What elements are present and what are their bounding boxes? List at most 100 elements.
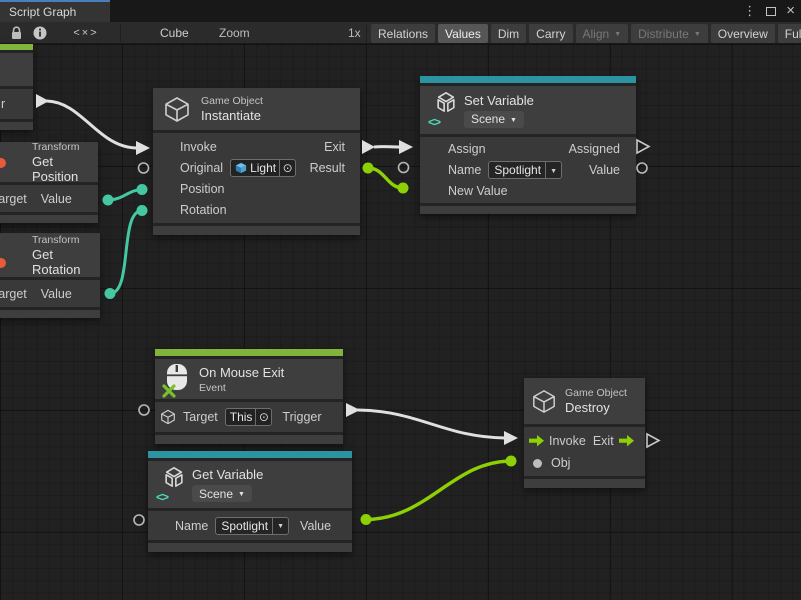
distribute-button[interactable]: Distribute ▼ [631, 24, 708, 43]
node-title: Get Rotation [32, 247, 100, 277]
code-view-button[interactable]: <×> [62, 24, 110, 42]
node-category: Transform [32, 234, 79, 246]
light-object-cube-icon [235, 162, 247, 174]
variable-icon: <> [156, 466, 186, 504]
node-title: Instantiate [201, 108, 263, 123]
zoom-label: Zoom [219, 26, 250, 40]
window-controls: ⋮ × [743, 0, 795, 22]
node-set-variable[interactable]: <> Set Variable Scene ▼ Assign Assigned … [420, 76, 636, 214]
invoke-port-label: Invoke [549, 434, 586, 448]
toolbar-buttons: Relations Values Dim Carry Align ▼ Distr… [371, 24, 801, 43]
node-subtitle: Event [199, 382, 284, 394]
full-screen-button[interactable]: Full Screen [778, 24, 801, 43]
close-icon[interactable]: × [786, 6, 795, 16]
target-cube-icon [160, 409, 176, 425]
flow-arrow-icon [619, 435, 634, 447]
transform-orange-dot-icon [0, 158, 6, 168]
game-object-cube-icon [163, 96, 191, 123]
kebab-menu-icon[interactable]: ⋮ [743, 3, 756, 19]
position-port-label: Position [180, 182, 224, 196]
toolbar-separator [120, 24, 121, 42]
tab-strip: Script Graph ⋮ × [0, 0, 801, 22]
variable-icon: <> [428, 91, 458, 129]
value-port-label: Value [589, 163, 620, 177]
toolbar-separator [366, 24, 367, 42]
target-port-label: Target [183, 410, 218, 424]
value-port-label: Value [300, 519, 331, 533]
chevron-down-icon: ▼ [510, 117, 517, 124]
node-category: Game Object [201, 95, 263, 107]
target-object-value: This [230, 410, 253, 424]
chevron-down-icon: ▼ [238, 491, 245, 498]
object-picker-icon[interactable]: ⊙ [279, 160, 295, 176]
original-object-value: Light [250, 161, 276, 175]
graph-context-label[interactable]: Cube [160, 26, 189, 40]
node-title: Destroy [565, 400, 627, 415]
chevron-down-icon: ▼ [550, 168, 557, 175]
variable-code-icon: <> [428, 115, 440, 129]
info-icon [33, 26, 47, 40]
target-port-label: Target [0, 192, 27, 206]
carry-button[interactable]: Carry [529, 24, 572, 43]
clipped-port-label: r [1, 97, 5, 111]
node-category: Transform [32, 141, 79, 153]
game-object-cube-icon [531, 389, 557, 414]
value-port-label: Value [41, 287, 72, 301]
relations-button[interactable]: Relations [371, 24, 435, 43]
lock-button[interactable] [4, 24, 28, 42]
obj-port-dot-icon [533, 459, 542, 468]
original-port-label: Original [180, 161, 223, 175]
new-value-port-label: New Value [448, 184, 508, 198]
variable-kind-dropdown[interactable]: Scene ▼ [192, 485, 252, 502]
node-title: On Mouse Exit [199, 365, 284, 380]
flow-arrow-icon [529, 435, 544, 447]
node-instantiate[interactable]: Game Object Instantiate Invoke Exit Orig… [153, 88, 360, 235]
node-category: Game Object [565, 387, 627, 399]
obj-port-label: Obj [551, 456, 570, 470]
maximize-icon[interactable] [766, 7, 776, 16]
node-get-position[interactable]: Transform Get Position Target Value [0, 142, 98, 223]
original-object-field[interactable]: Light ⊙ [230, 159, 296, 177]
invoke-port-label: Invoke [180, 140, 217, 154]
node-clipped-event[interactable]: r [0, 44, 33, 130]
variable-name-dropdown[interactable]: Spotlight ▼ [488, 161, 562, 179]
code-view-icon: <×> [73, 27, 98, 39]
value-port-label: Value [41, 192, 72, 206]
name-port-label: Name [448, 163, 481, 177]
values-button[interactable]: Values [438, 24, 488, 43]
tab-script-graph[interactable]: Script Graph [0, 0, 110, 22]
tab-title: Script Graph [9, 5, 76, 19]
exit-port-label: Exit [324, 140, 345, 154]
graph-canvas[interactable] [0, 44, 801, 600]
zoom-value: 1x [348, 26, 361, 40]
node-title: Get Position [32, 154, 98, 184]
chevron-down-icon: ▼ [614, 31, 621, 38]
target-object-field[interactable]: This ⊙ [225, 408, 273, 426]
node-on-mouse-exit[interactable]: On Mouse Exit Event Target This ⊙ Trigge… [155, 349, 343, 444]
overview-button[interactable]: Overview [711, 24, 775, 43]
variable-name-dropdown[interactable]: Spotlight ▼ [215, 517, 289, 535]
assigned-port-label: Assigned [569, 142, 620, 156]
align-button[interactable]: Align ▼ [576, 24, 629, 43]
variable-kind-dropdown[interactable]: Scene ▼ [464, 111, 524, 128]
node-get-variable[interactable]: <> Get Variable Scene ▼ Name Spotlight ▼… [148, 451, 352, 552]
variable-code-icon: <> [156, 490, 168, 504]
chevron-down-icon: ▼ [277, 523, 284, 530]
object-picker-icon[interactable]: ⊙ [255, 409, 271, 425]
mouse-event-icon [164, 362, 190, 396]
graph-toolbar: <×> Cube Zoom 1x Relations Values Dim Ca… [0, 22, 801, 44]
trigger-port-label: Trigger [282, 410, 321, 424]
name-port-label: Name [175, 519, 208, 533]
node-destroy[interactable]: Game Object Destroy Invoke Exit Obj [524, 378, 645, 488]
info-button[interactable] [28, 24, 52, 42]
rotation-port-label: Rotation [180, 203, 227, 217]
node-title: Set Variable [464, 93, 534, 108]
node-title: Get Variable [192, 467, 263, 482]
dim-button[interactable]: Dim [491, 24, 526, 43]
node-get-rotation[interactable]: Transform Get Rotation Target Value [0, 233, 100, 318]
lock-icon [10, 26, 23, 40]
target-port-label: Target [0, 287, 27, 301]
transform-orange-dot-icon [0, 258, 6, 268]
result-port-label: Result [310, 161, 345, 175]
exit-port-label: Exit [593, 434, 614, 448]
